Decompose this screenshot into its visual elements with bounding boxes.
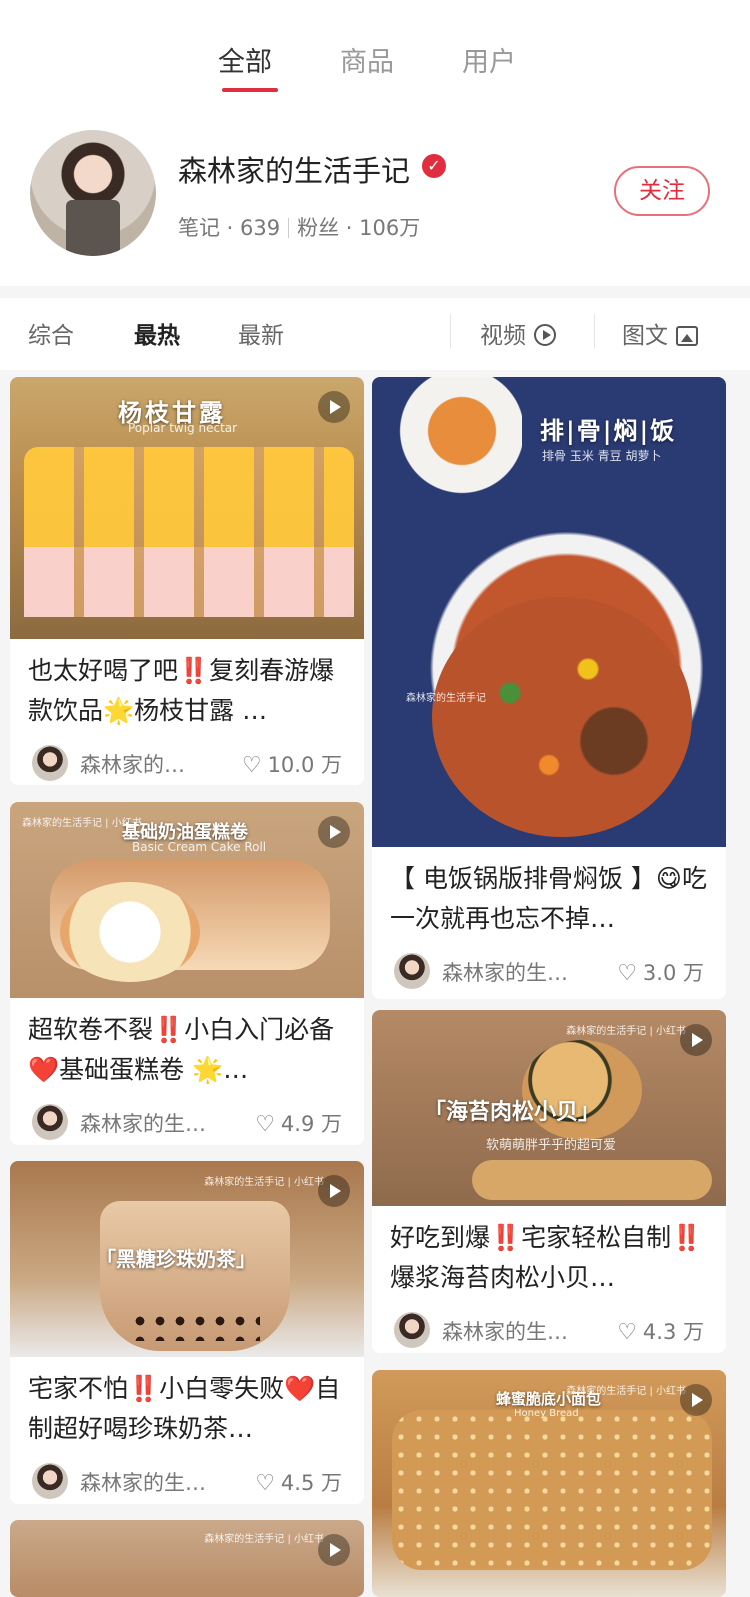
cover-watermark: 森林家的生活手记	[406, 693, 486, 704]
like-count[interactable]: ♡ 4.3 万	[617, 1316, 704, 1346]
sort-newest[interactable]: 最新	[238, 316, 284, 350]
heart-icon: ♡	[255, 1471, 275, 1496]
like-value: 4.9 万	[280, 1112, 342, 1136]
like-count[interactable]: ♡ 4.9 万	[255, 1108, 342, 1138]
note-card[interactable]: 基础奶油蛋糕卷 Basic Cream Cake Roll 森林家的生活手记 |…	[10, 802, 364, 1145]
top-tab-bar: 全部 商品 用户	[0, 0, 750, 110]
note-title: 【 电饭锅版排骨焖饭 】😋吃一次就再也忘不掉…	[390, 864, 707, 933]
note-card[interactable]: 「海苔肉松小贝」 软萌萌胖乎乎的超可爱 森林家的生活手记 | 小红书 好吃到爆‼…	[372, 1010, 726, 1353]
author-avatar[interactable]	[394, 953, 430, 989]
note-footer: 森林家的生… ♡ 3.0 万	[372, 943, 726, 993]
like-count[interactable]: ♡ 4.5 万	[255, 1467, 342, 1497]
author-name[interactable]: 森林家的生…	[442, 1316, 568, 1346]
tab-users[interactable]: 用户	[462, 40, 516, 79]
like-value: 3.0 万	[642, 961, 704, 985]
note-footer: 森林家的生… ♡ 4.3 万	[372, 1302, 726, 1352]
author-name[interactable]: 森林家的生…	[442, 957, 568, 987]
cover-watermark: 森林家的生活手记 | 小红书	[204, 1534, 324, 1545]
filter-video[interactable]: 视频	[480, 316, 556, 350]
filter-video-label: 视频	[480, 323, 526, 349]
follow-button[interactable]: 关注	[614, 166, 710, 216]
note-card[interactable]: 蜂蜜脆底小面包 Honey Bread 森林家的生活手记 | 小红书	[372, 1370, 726, 1597]
heart-icon: ♡	[617, 961, 637, 986]
heart-icon: ♡	[255, 1112, 275, 1137]
user-stats: 笔记 · 639 粉丝 · 106万	[178, 212, 420, 242]
sort-comprehensive[interactable]: 综合	[28, 316, 74, 350]
note-title: 好吃到爆‼️宅家轻松自制‼️爆浆海苔肉松小贝…	[390, 1223, 703, 1292]
note-title: 超软卷不裂‼️小白入门必备❤️基础蛋糕卷 🌟…	[28, 1015, 335, 1084]
note-title: 宅家不怕‼️小白零失败❤️自制超好喝珍珠奶茶…	[28, 1374, 341, 1443]
author-name[interactable]: 森林家的生…	[80, 1467, 206, 1497]
user-card[interactable]: 森林家的生活手记 ✓ 笔记 · 639 粉丝 · 106万 关注	[0, 118, 750, 278]
sort-divider	[450, 314, 451, 348]
like-value: 4.3 万	[642, 1320, 704, 1344]
play-icon	[680, 1384, 712, 1416]
filter-image-text-label: 图文	[622, 323, 668, 349]
note-cover[interactable]: 蜂蜜脆底小面包 Honey Bread 森林家的生活手记 | 小红书	[372, 1370, 726, 1597]
tab-all[interactable]: 全部	[218, 40, 272, 79]
note-cover[interactable]: 「海苔肉松小贝」 软萌萌胖乎乎的超可爱 森林家的生活手记 | 小红书	[372, 1010, 726, 1206]
active-tab-indicator	[222, 88, 278, 92]
note-footer: 森林家的生… ♡ 4.9 万	[10, 1094, 364, 1144]
sort-bar: 综合 最热 最新 视频 图文	[0, 298, 750, 364]
play-circle-icon	[534, 324, 556, 346]
play-icon	[318, 1175, 350, 1207]
fans-count: 粉丝 · 106万	[297, 216, 421, 240]
sort-hottest[interactable]: 最热	[134, 316, 180, 350]
author-name[interactable]: 森林家的生…	[80, 1108, 206, 1138]
play-icon	[318, 391, 350, 423]
cover-subtitle: 排骨 玉米 青豆 胡萝卜	[542, 449, 662, 463]
heart-icon: ♡	[617, 1320, 637, 1345]
section-divider	[0, 286, 750, 298]
cover-subtitle: 软萌萌胖乎乎的超可爱	[486, 1138, 617, 1153]
author-avatar[interactable]	[32, 745, 68, 781]
like-value: 4.5 万	[280, 1471, 342, 1495]
play-icon	[318, 816, 350, 848]
note-footer: 森林家的生… ♡ 4.5 万	[10, 1453, 364, 1503]
note-card[interactable]: 「黑糖珍珠奶茶」 森林家的生活手记 | 小红书 宅家不怕‼️小白零失败❤️自制超…	[10, 1161, 364, 1504]
cover-title: 「黑糖珍珠奶茶」	[96, 1247, 256, 1271]
cover-watermark: 森林家的生活手记 | 小红书	[22, 818, 142, 829]
note-card[interactable]: 排|骨|焖|饭 排骨 玉米 青豆 胡萝卜 森林家的生活手记 【 电饭锅版排骨焖饭…	[372, 377, 726, 999]
note-cover[interactable]: 杨枝甘露 Poplar twig nectar	[10, 377, 364, 639]
cover-subtitle: Poplar twig nectar	[128, 421, 238, 435]
note-feed[interactable]: 杨枝甘露 Poplar twig nectar 也太好喝了吧‼️复刻春游爆款饮品…	[0, 370, 750, 1597]
note-footer: 森林家的… ♡ 10.0 万	[10, 735, 364, 785]
note-cover[interactable]: 排|骨|焖|饭 排骨 玉米 青豆 胡萝卜 森林家的生活手记	[372, 377, 726, 847]
note-card[interactable]: 森林家的生活手记 | 小红书	[10, 1520, 364, 1597]
author-avatar[interactable]	[32, 1463, 68, 1499]
cover-title: 排|骨|焖|饭	[540, 416, 677, 445]
heart-icon: ♡	[241, 753, 262, 778]
user-name[interactable]: 森林家的生活手记	[178, 148, 410, 190]
notes-count: 笔记 · 639	[178, 216, 281, 240]
note-cover[interactable]: 森林家的生活手记 | 小红书	[10, 1520, 364, 1597]
like-value: 10.0 万	[267, 753, 342, 777]
cover-watermark: 森林家的生活手记 | 小红书	[566, 1026, 686, 1037]
cover-title: 「海苔肉松小贝」	[424, 1100, 601, 1125]
tab-products[interactable]: 商品	[340, 40, 394, 79]
filter-image-text[interactable]: 图文	[622, 316, 698, 350]
like-count[interactable]: ♡ 10.0 万	[242, 749, 342, 779]
cover-subtitle: Basic Cream Cake Roll	[132, 840, 267, 854]
author-avatar[interactable]	[394, 1312, 430, 1348]
author-avatar[interactable]	[32, 1104, 68, 1140]
cover-watermark: 森林家的生活手记 | 小红书	[566, 1386, 686, 1397]
note-cover[interactable]: 「黑糖珍珠奶茶」 森林家的生活手记 | 小红书	[10, 1161, 364, 1357]
play-icon	[318, 1534, 350, 1566]
note-cover[interactable]: 基础奶油蛋糕卷 Basic Cream Cake Roll 森林家的生活手记 |…	[10, 802, 364, 998]
note-title: 也太好喝了吧‼️复刻春游爆款饮品🌟杨枝甘露 …	[28, 656, 335, 725]
play-icon	[680, 1024, 712, 1056]
sort-divider	[594, 314, 595, 348]
note-card[interactable]: 杨枝甘露 Poplar twig nectar 也太好喝了吧‼️复刻春游爆款饮品…	[10, 377, 364, 785]
cover-watermark: 森林家的生活手记 | 小红书	[204, 1177, 324, 1188]
image-icon	[676, 326, 698, 346]
author-name[interactable]: 森林家的…	[80, 749, 185, 779]
cover-subtitle: Honey Bread	[514, 1408, 579, 1419]
like-count[interactable]: ♡ 3.0 万	[617, 957, 704, 987]
verified-icon: ✓	[422, 154, 446, 178]
avatar[interactable]	[30, 130, 156, 256]
